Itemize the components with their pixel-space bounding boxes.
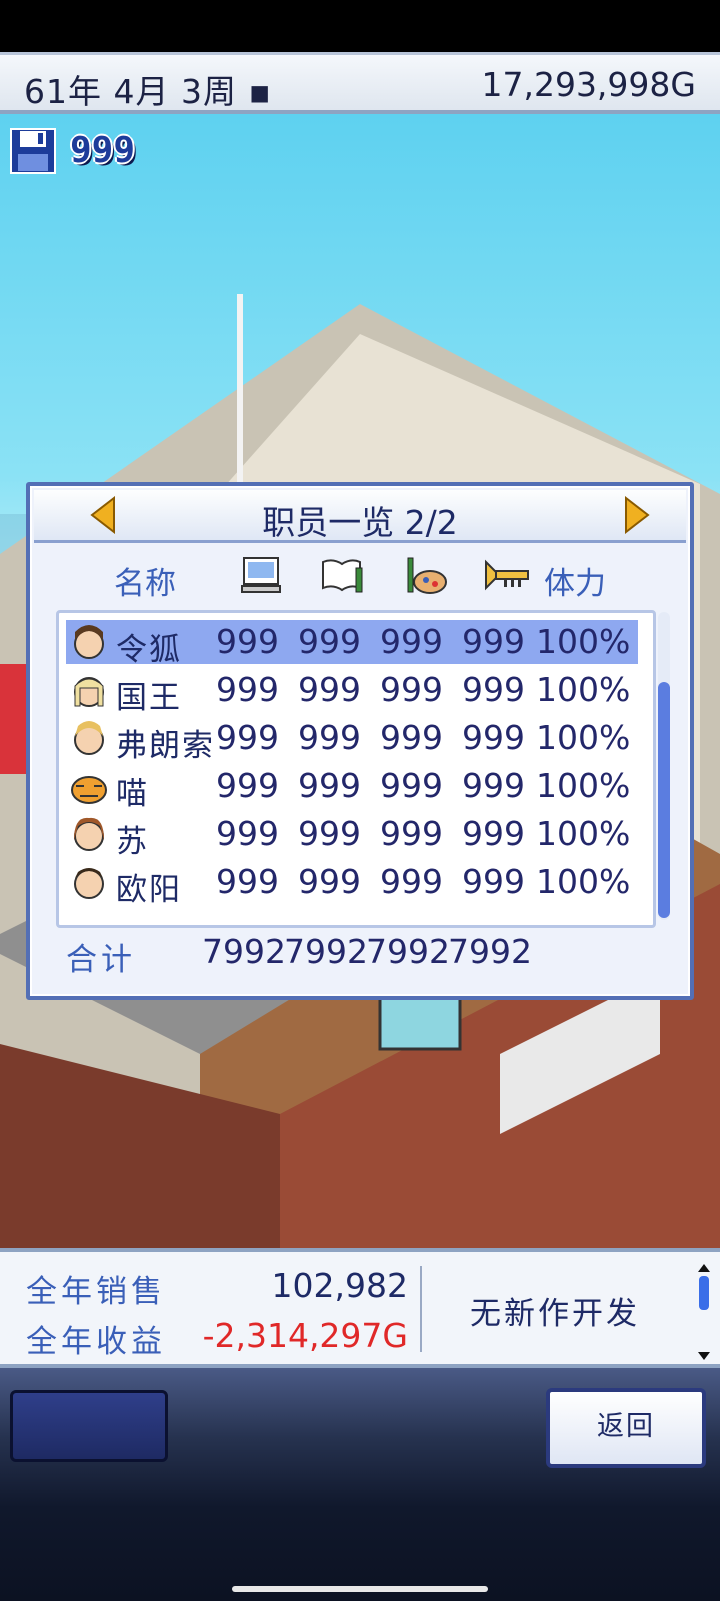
stat-stamina: 100% [536,622,631,661]
staff-list-title: 职员一览 2/2 [262,503,458,542]
staff-row[interactable]: 欧阳 999 999 999 999 100% [66,860,638,908]
stat-scenario: 999 [298,670,361,709]
staff-list-header: 职员一览 2/2 [34,490,686,543]
staff-row[interactable]: 喵 999 999 999 999 100% [66,764,638,812]
total-label: 合计 [66,942,136,978]
next-page-arrow-icon[interactable] [622,496,652,534]
staff-portrait-icon [74,625,104,659]
annual-sales-label: 全年销售 [26,1274,166,1310]
annual-profit-value: -2,314,297G [202,1316,408,1355]
stat-programming: 999 [216,814,279,853]
staff-portrait-icon [74,868,104,899]
stats-scrollbar[interactable] [696,1264,712,1360]
stat-scenario: 999 [298,862,361,901]
save-count: 999 [70,130,136,171]
menu-button[interactable] [10,1390,168,1462]
column-header-name: 名称 [114,566,176,602]
stat-sound: 999 [462,670,525,709]
staff-name: 苏 [116,824,149,860]
stat-graphics: 999 [380,622,443,661]
staff-portrait-icon [74,677,104,707]
scroll-thumb[interactable] [658,682,670,918]
staff-portrait-icon [74,817,104,851]
stat-sound: 999 [462,766,525,805]
stat-graphics: 999 [380,670,443,709]
total-sound: 7992 [448,932,532,971]
staff-name: 令狐 [116,632,182,668]
annual-profit-label: 全年收益 [26,1324,166,1360]
stat-stamina: 100% [536,766,631,805]
stat-programming: 999 [216,766,279,805]
stat-graphics: 999 [380,862,443,901]
floppy-disk-icon [10,128,56,174]
stat-scenario: 999 [298,814,361,853]
stat-sound: 999 [462,814,525,853]
stat-sound: 999 [462,622,525,661]
development-status: 无新作开发 [470,1296,640,1332]
total-graphics: 7992 [366,932,450,971]
stat-scenario: 999 [298,622,361,661]
stat-sound: 999 [462,862,525,901]
stat-programming: 999 [216,622,279,661]
stat-stamina: 100% [536,814,631,853]
paint-icon [407,557,447,594]
staff-portrait-icon [71,776,107,804]
stat-sound: 999 [462,718,525,757]
top-info-bar: 61年 4月 3周 ▪ 17,293,998G [0,52,720,114]
staff-list-scrollbar[interactable] [658,612,670,920]
stat-stamina: 100% [536,670,631,709]
column-header-stamina: 体力 [544,566,606,602]
book-icon [322,559,363,593]
stat-stamina: 100% [536,862,631,901]
annual-stats-bar: 全年销售 102,982 全年收益 -2,314,297G 无新作开发 [0,1248,720,1368]
staff-row[interactable]: 国王 999 999 999 999 100% [66,668,638,716]
annual-sales-value: 102,982 [271,1266,408,1305]
home-indicator[interactable] [232,1586,488,1592]
staff-name: 喵 [116,776,149,812]
total-scenario: 7992 [284,932,368,971]
staff-row[interactable]: 弗朗索 999 999 999 999 100% [66,716,638,764]
stat-scenario: 999 [298,718,361,757]
stat-graphics: 999 [380,766,443,805]
back-button[interactable]: 返回 [546,1388,706,1468]
stat-scenario: 999 [298,766,361,805]
status-bar [0,0,720,52]
bottom-navigation: 返回 [0,1368,720,1601]
stat-programming: 999 [216,862,279,901]
computer-icon [241,557,281,593]
staff-name: 弗朗索 [116,728,215,764]
total-programming: 7992 [202,932,286,971]
staff-name: 欧阳 [116,872,182,908]
staff-row[interactable]: 苏 999 999 999 999 100% [66,812,638,860]
stat-graphics: 999 [380,718,443,757]
staff-name: 国王 [116,680,182,716]
stats-divider [420,1266,422,1352]
game-date: 61年 4月 3周 ▪ [24,72,272,111]
stat-programming: 999 [216,718,279,757]
trumpet-icon [485,559,529,591]
staff-portrait-icon [74,721,104,755]
stat-programming: 999 [216,670,279,709]
staff-row-selected[interactable]: 令狐 999 999 999 999 100% [66,620,638,668]
stat-stamina: 100% [536,718,631,757]
stat-graphics: 999 [380,814,443,853]
staff-list-window: 职员一览 2/2 名称 体力 令狐 999 999 999 999 100% 国… [26,482,694,1000]
money-balance: 17,293,998G [481,65,696,104]
